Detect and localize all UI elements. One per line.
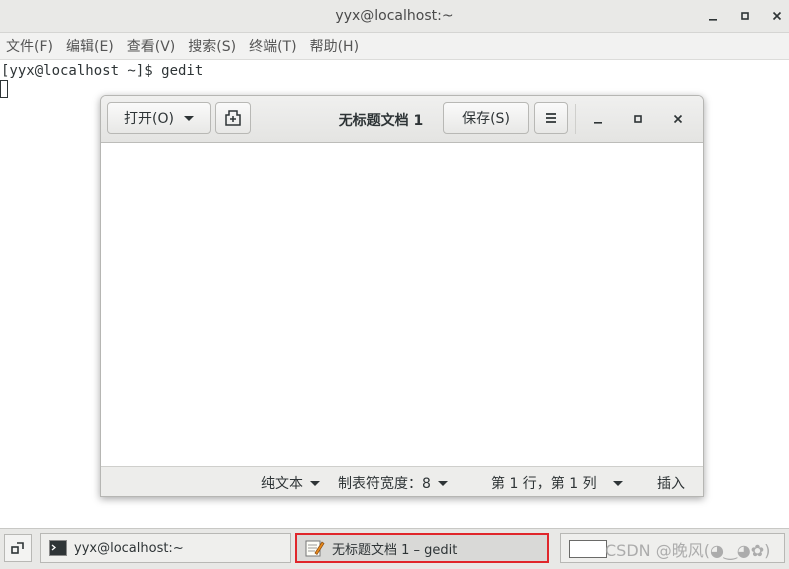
gedit-minimize-button[interactable] xyxy=(587,108,609,130)
terminal-maximize-button[interactable] xyxy=(733,4,757,28)
terminal-menubar: 文件(F) 编辑(E) 查看(V) 搜索(S) 终端(T) 帮助(H) xyxy=(0,33,789,60)
gedit-headerbar: 打开(O) 无标题文档 1 保存(S) xyxy=(101,96,703,143)
cursor-position-selector[interactable]: 第 1 行，第 1 列 xyxy=(491,473,623,493)
terminal-close-button[interactable] xyxy=(765,4,789,28)
taskbar-item-terminal[interactable]: yyx@localhost:~ xyxy=(40,533,291,563)
watermark: CSDN @晚风(◕‿◕✿) xyxy=(605,541,771,560)
save-button-label: 保存(S) xyxy=(462,111,510,127)
headerbar-separator xyxy=(575,104,576,134)
menu-search[interactable]: 搜索(S) xyxy=(182,36,243,56)
minimize-icon xyxy=(594,122,602,124)
menu-edit[interactable]: 编辑(E) xyxy=(60,36,121,56)
terminal-icon xyxy=(49,540,67,556)
gedit-window: 打开(O) 无标题文档 1 保存(S) 纯文本 制表符宽度：8 第 1 行，第 … xyxy=(100,95,704,497)
gedit-close-button[interactable] xyxy=(667,108,689,130)
open-button[interactable]: 打开(O) xyxy=(107,102,211,134)
language-selector[interactable]: 纯文本 xyxy=(261,473,320,493)
minimize-icon xyxy=(709,19,717,21)
workspace-1[interactable] xyxy=(569,540,607,558)
maximize-icon xyxy=(741,12,749,20)
taskbar-item-gedit[interactable]: 无标题文档 1 – gedit xyxy=(295,533,549,563)
taskbar-item-label: yyx@localhost:~ xyxy=(74,540,184,556)
hamburger-menu-icon xyxy=(546,113,556,123)
new-document-icon xyxy=(225,110,241,126)
insert-mode-label: 插入 xyxy=(657,476,685,492)
taskbar-item-label: 无标题文档 1 – gedit xyxy=(332,542,458,558)
menu-view[interactable]: 查看(V) xyxy=(121,36,183,56)
text-editor-icon xyxy=(305,540,325,557)
insert-mode-indicator: 插入 xyxy=(657,473,685,493)
chevron-down-icon xyxy=(437,480,448,486)
show-desktop-icon xyxy=(11,542,24,554)
cursor-position-label: 第 1 行，第 1 列 xyxy=(491,476,597,492)
terminal-prompt-line: [yyx@localhost ~]$ gedit xyxy=(1,63,204,79)
tab-width-selector[interactable]: 制表符宽度：8 xyxy=(338,473,448,493)
close-icon xyxy=(673,114,683,124)
terminal-title: yyx@localhost:~ xyxy=(335,8,454,24)
show-desktop-button[interactable] xyxy=(4,534,32,562)
terminal-titlebar: yyx@localhost:~ xyxy=(0,0,789,33)
chevron-down-icon xyxy=(310,480,320,486)
tab-width-label: 制表符宽度：8 xyxy=(338,476,431,492)
gedit-maximize-button[interactable] xyxy=(627,108,649,130)
chevron-down-icon xyxy=(183,115,194,121)
hamburger-menu-button[interactable] xyxy=(534,102,568,134)
terminal-cursor xyxy=(0,80,8,98)
terminal-minimize-button[interactable] xyxy=(701,4,725,28)
menu-help[interactable]: 帮助(H) xyxy=(304,36,366,56)
language-label: 纯文本 xyxy=(261,476,303,492)
gedit-statusbar: 纯文本 制表符宽度：8 第 1 行，第 1 列 插入 xyxy=(101,466,703,496)
open-button-label: 打开(O) xyxy=(124,111,174,127)
gedit-document-title: 无标题文档 1 xyxy=(338,113,424,129)
new-tab-button[interactable] xyxy=(215,102,251,134)
menu-file[interactable]: 文件(F) xyxy=(0,36,60,56)
close-icon xyxy=(772,11,782,21)
chevron-down-icon xyxy=(612,480,623,486)
maximize-icon xyxy=(634,115,642,123)
menu-terminal[interactable]: 终端(T) xyxy=(243,36,303,56)
text-editor-area[interactable] xyxy=(101,143,703,466)
save-button[interactable]: 保存(S) xyxy=(443,102,529,134)
